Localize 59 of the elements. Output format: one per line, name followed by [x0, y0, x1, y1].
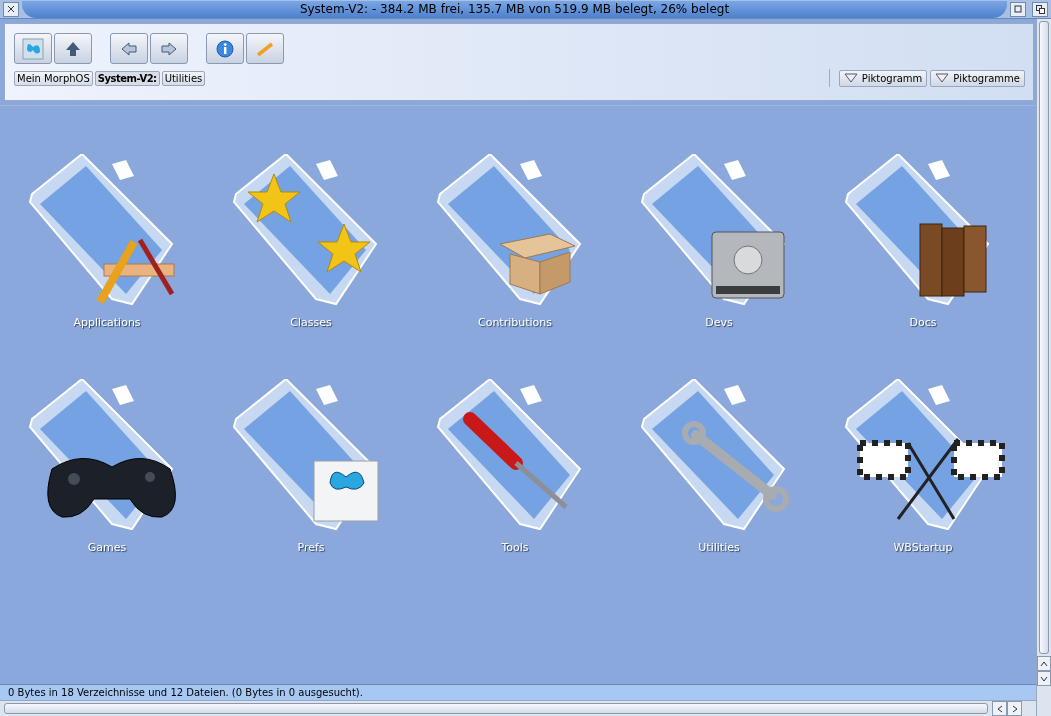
wrench-folder-icon[interactable] [640, 379, 789, 531]
path-button[interactable]: System-V2: [94, 70, 160, 86]
path-button[interactable]: Mein MorphOS [14, 70, 93, 86]
horizontal-scrollbar[interactable] [0, 700, 1036, 716]
scroll-down-button[interactable] [1037, 671, 1051, 686]
info-button[interactable] [206, 33, 244, 64]
folder-label[interactable]: Utilities [698, 541, 740, 554]
folder-label[interactable]: Games [87, 541, 127, 554]
gamepad-folder-icon[interactable] [28, 379, 176, 531]
edit-button[interactable] [246, 33, 284, 64]
window-title: System-V2: - 384.2 MB frei, 135.7 MB von 519.9 MB belegt, 26% belegt [299, 2, 730, 16]
down-chevron-icon [1040, 675, 1048, 682]
prefs-button[interactable] [14, 33, 52, 64]
scroll-left-button[interactable] [992, 701, 1007, 716]
forward-button[interactable] [150, 33, 188, 64]
depth-button[interactable] [1032, 1, 1048, 17]
up-arrow-icon [65, 40, 81, 57]
right-chevron-icon [1011, 704, 1018, 713]
folder-label[interactable]: Devs [705, 316, 733, 329]
info-icon [216, 39, 234, 58]
path-button[interactable]: Utilities [161, 70, 206, 86]
scrollbar-thumb[interactable] [4, 703, 988, 714]
close-button[interactable] [3, 1, 19, 17]
view-dropdown[interactable]: Piktogramme [930, 69, 1025, 87]
left-arrow-icon [121, 41, 137, 56]
books-folder-icon[interactable] [844, 154, 990, 306]
butterfly-icon [22, 37, 44, 60]
folder-label[interactable]: Prefs [297, 541, 325, 554]
status-text: 0 Bytes in 18 Verzeichnisse und 12 Dateien. (0 Bytes in 0 ausgesucht). [8, 687, 363, 698]
right-arrow-icon [161, 41, 177, 56]
parent-button[interactable] [54, 33, 92, 64]
scroll-up-button[interactable] [1037, 656, 1051, 671]
overlap-squares-icon [1035, 4, 1045, 14]
view-dropdown[interactable]: Piktogramm [838, 69, 928, 87]
butterfly-folder-icon[interactable] [232, 379, 379, 531]
folder-label[interactable]: Tools [501, 541, 529, 554]
folder-label[interactable]: Docs [909, 316, 937, 329]
close-icon [7, 5, 15, 13]
hard-drive-folder-icon[interactable] [640, 154, 786, 306]
screwdriver-folder-icon[interactable] [436, 379, 582, 531]
square-icon [1014, 5, 1022, 13]
left-chevron-icon [996, 704, 1003, 713]
iconify-button[interactable] [1010, 1, 1026, 17]
folder-label[interactable]: Applications [73, 316, 141, 329]
back-button[interactable] [110, 33, 148, 64]
cardboard-box-folder-icon[interactable] [436, 154, 582, 306]
scrollbar-thumb[interactable] [1039, 21, 1049, 654]
vertical-scrollbar[interactable] [1036, 19, 1051, 716]
dropdown-triangle-icon [843, 73, 858, 83]
pencil-ruler-folder-icon[interactable] [28, 154, 175, 306]
folder-label[interactable]: WBStartup [893, 541, 953, 554]
dropdown-triangle-icon [935, 73, 950, 83]
folder-label[interactable]: Classes [290, 316, 332, 329]
stars-folder-icon[interactable] [232, 154, 378, 306]
checkered-flags-folder-icon[interactable] [844, 379, 1005, 531]
pencil-icon [255, 40, 275, 57]
scroll-right-button[interactable] [1007, 701, 1022, 716]
folder-label[interactable]: Contributions [478, 316, 552, 329]
up-chevron-icon [1040, 660, 1048, 667]
